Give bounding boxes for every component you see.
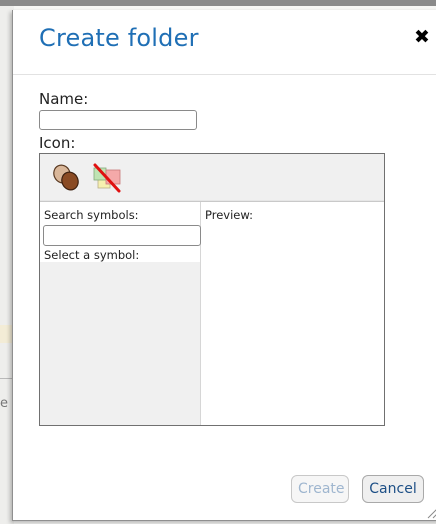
create-button[interactable]: Create <box>291 475 349 503</box>
preview-label: Preview: <box>205 208 254 222</box>
symbol-list-pane[interactable]: Search symbols: Select a symbol: <box>40 202 201 425</box>
backdrop-top-strip <box>0 0 436 6</box>
brown-stones-icon[interactable] <box>50 162 82 194</box>
select-symbol-label: Select a symbol: <box>44 248 140 262</box>
cancel-button[interactable]: Cancel <box>362 475 424 503</box>
backdrop-partial-text: e <box>0 396 8 411</box>
resize-grip-icon[interactable] <box>425 504 436 519</box>
symbol-panel: Search symbols: Select a symbol: Preview… <box>39 153 385 426</box>
search-symbols-label: Search symbols: <box>44 208 139 222</box>
icon-label: Icon: <box>39 134 76 152</box>
dialog-title: Create folder <box>39 24 199 52</box>
close-icon: ✖ <box>414 26 430 48</box>
search-symbols-input[interactable] <box>43 225 201 246</box>
symbol-search-area: Search symbols: Select a symbol: <box>40 202 201 262</box>
create-folder-dialog: Create folder ✖ Name: Icon: Search symbo… <box>12 10 436 521</box>
dialog-header: Create folder ✖ <box>13 10 436 75</box>
name-label: Name: <box>39 90 89 108</box>
close-button[interactable]: ✖ <box>413 26 431 48</box>
no-icon-icon[interactable] <box>92 162 124 194</box>
icon-toolbar <box>40 154 384 202</box>
name-input[interactable] <box>39 110 197 130</box>
